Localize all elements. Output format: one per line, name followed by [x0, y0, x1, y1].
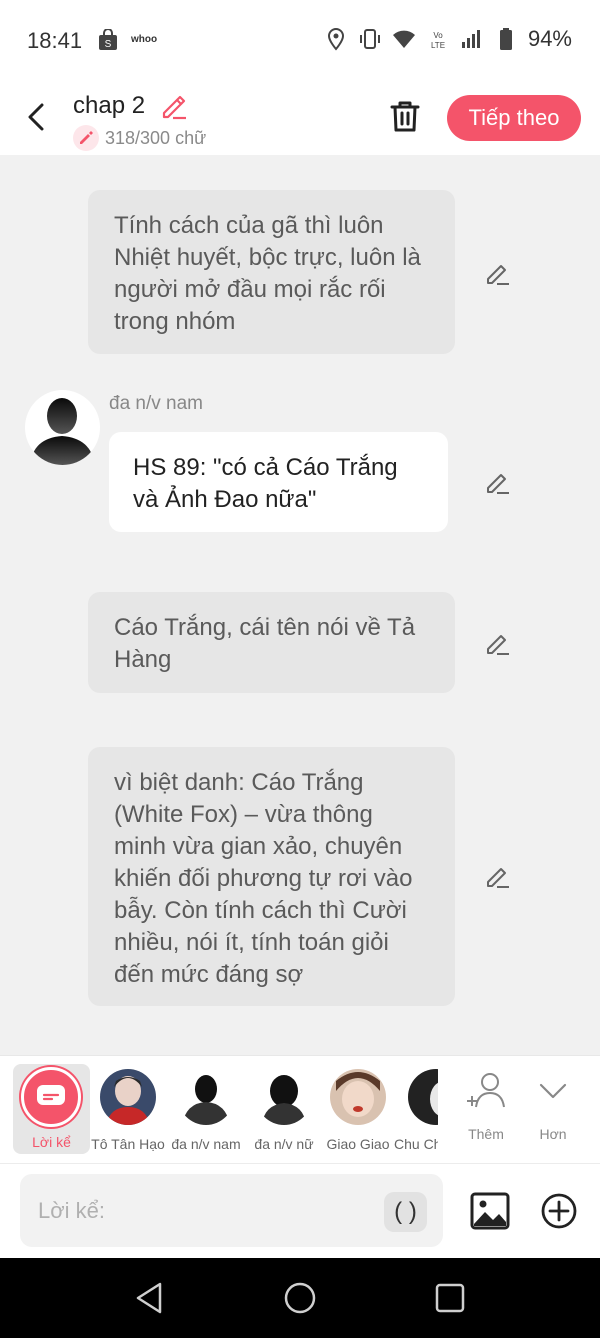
character-narrator[interactable]: Lời kể [13, 1064, 90, 1154]
character-item[interactable]: Tô Tân Hạo [89, 1069, 167, 1152]
chevron-down-icon [539, 1083, 567, 1099]
volte-icon: Vo LTE [431, 31, 445, 50]
character-name: đa n/v nam [171, 1136, 241, 1152]
dialogue-bubble[interactable]: HS 89: "có cả Cáo Trắng và Ảnh Đao nữa" [109, 432, 448, 532]
narration-bubble[interactable]: Cáo Trắng, cái tên nói về Tả Hàng [88, 592, 455, 693]
narration-text: vì biệt danh: Cáo Trắng (White Fox) – vừ… [114, 769, 413, 988]
system-nav-bar [0, 1258, 600, 1338]
edit-icon[interactable] [483, 629, 511, 657]
nav-home-icon[interactable] [282, 1280, 318, 1316]
signal-icon [461, 30, 480, 48]
dialogue-text: HS 89: "có cả Cáo Trắng và Ảnh Đao nữa" [133, 454, 398, 513]
nav-back-icon[interactable] [132, 1280, 168, 1316]
character-name: đa n/v nữ [254, 1136, 314, 1152]
character-name: Chu Chí Hâm [394, 1136, 438, 1152]
narration-bubble[interactable]: vì biệt danh: Cáo Trắng (White Fox) – vừ… [88, 747, 455, 1006]
narrator-label: Lời kể [32, 1134, 71, 1150]
character-avatar [100, 1069, 156, 1125]
avatar[interactable] [25, 390, 100, 465]
edit-icon[interactable] [483, 259, 511, 287]
word-count: 318/300 chữ [73, 125, 206, 151]
word-count-text: 318/300 chữ [105, 127, 207, 148]
pencil-icon[interactable] [159, 92, 187, 120]
wifi-icon [392, 30, 415, 48]
composer: ( ) [0, 1163, 600, 1258]
word-count-pencil-icon [73, 125, 99, 151]
add-character-label: Thêm [468, 1126, 504, 1142]
shopping-bag-icon: S [99, 29, 117, 50]
clock: 18:41 [27, 28, 83, 53]
add-character-button[interactable]: Thêm [456, 1071, 516, 1142]
nav-recents-icon[interactable] [432, 1280, 468, 1316]
vibrate-icon [359, 29, 380, 49]
character-avatar [408, 1069, 438, 1125]
trash-icon[interactable] [388, 98, 422, 134]
back-arrow-icon[interactable] [22, 100, 52, 134]
character-avatar [256, 1069, 312, 1125]
narration-text: Tính cách của gã thì luôn Nhiệt huyết, b… [114, 212, 421, 335]
story-content: Tính cách của gã thì luôn Nhiệt huyết, b… [0, 155, 600, 1055]
character-picker: Lời kể Tô Tân Hạo đa n/v nam đa n/v nữ G… [0, 1055, 600, 1163]
app-notification-label: whoo [131, 34, 158, 45]
image-icon[interactable] [470, 1192, 510, 1230]
character-avatar [178, 1069, 234, 1125]
parentheses-button[interactable]: ( ) [384, 1192, 427, 1232]
next-button[interactable]: Tiếp theo [447, 95, 581, 141]
narration-input[interactable] [20, 1174, 443, 1247]
add-person-icon [467, 1073, 505, 1108]
character-item[interactable]: Giao Giao [319, 1069, 397, 1152]
more-characters-button[interactable]: Hơn [523, 1071, 583, 1142]
speaker-name: đa n/v nam [109, 393, 203, 414]
status-bar: 18:41 S whoo Vo LTE 94% [0, 0, 600, 80]
character-name: Tô Tân Hạo [91, 1136, 165, 1152]
more-characters-label: Hơn [539, 1126, 567, 1142]
narration-text: Cáo Trắng, cái tên nói về Tả Hàng [114, 614, 416, 673]
edit-icon[interactable] [483, 468, 511, 496]
narrator-avatar [21, 1067, 81, 1127]
chat-bubble-icon [37, 1085, 65, 1105]
narration-bubble[interactable]: Tính cách của gã thì luôn Nhiệt huyết, b… [88, 190, 455, 354]
character-item[interactable]: Chu Chí Hâm [394, 1069, 438, 1152]
editor-header: chap 2 318/300 chữ Tiếp theo [0, 80, 600, 155]
battery-icon [499, 28, 512, 50]
edit-icon[interactable] [483, 862, 511, 890]
location-icon [327, 27, 344, 51]
character-item[interactable]: đa n/v nam [167, 1069, 245, 1152]
battery-percent: 94% [527, 26, 572, 51]
character-item[interactable]: đa n/v nữ [245, 1069, 323, 1152]
character-name: Giao Giao [326, 1136, 390, 1152]
character-avatar [330, 1069, 386, 1125]
add-icon[interactable] [540, 1192, 578, 1230]
svg-text:LTE: LTE [431, 41, 445, 50]
svg-text:Vo: Vo [433, 31, 443, 40]
svg-text:S: S [105, 39, 112, 50]
chapter-title[interactable]: chap 2 [73, 92, 145, 120]
